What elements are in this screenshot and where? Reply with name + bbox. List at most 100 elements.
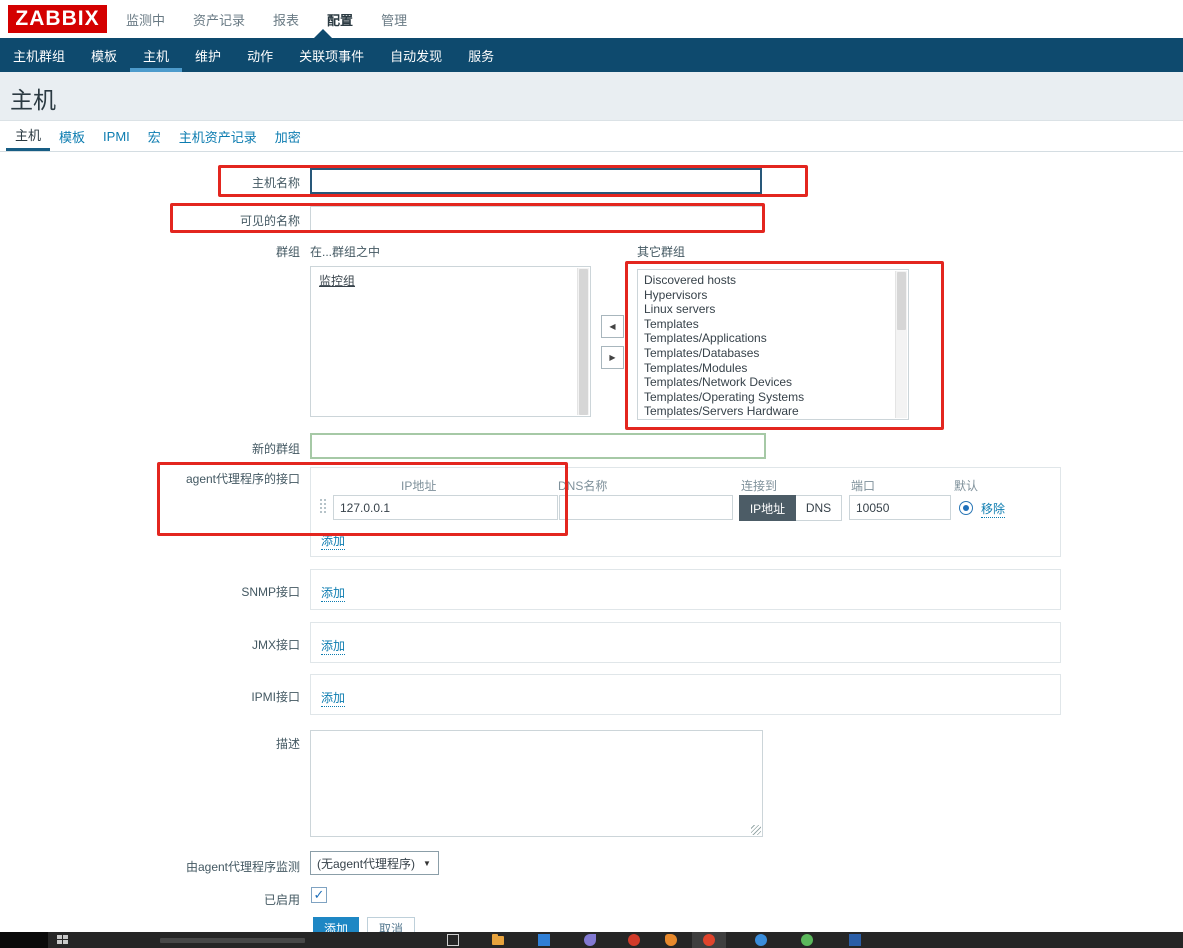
tab-encryption[interactable]: 加密 xyxy=(266,121,310,151)
subnav-hosts[interactable]: 主机 xyxy=(130,38,182,72)
host-name-label: 主机名称 xyxy=(251,176,300,190)
subnav-host-groups[interactable]: 主机群组 xyxy=(0,38,78,72)
tab-ipmi[interactable]: IPMI xyxy=(94,121,139,151)
menu-monitoring[interactable]: 监测中 xyxy=(112,10,179,29)
chevron-down-icon: ▼ xyxy=(423,858,431,868)
description-textarea[interactable] xyxy=(310,730,763,837)
visible-name-label: 可见的名称 xyxy=(239,214,300,228)
green-app-icon[interactable] xyxy=(801,934,813,946)
red-app-icon[interactable] xyxy=(628,934,640,946)
blue-window-app-icon[interactable] xyxy=(849,934,861,946)
orange-app-icon[interactable] xyxy=(665,934,677,946)
move-right-icon: ▶ xyxy=(609,353,616,362)
list-item[interactable]: Templates xyxy=(638,317,908,332)
list-item[interactable]: Templates/Operating Systems xyxy=(638,390,908,405)
list-item[interactable]: Hypervisors xyxy=(638,288,908,303)
connect-to-toggle: IP地址 DNS xyxy=(739,495,842,521)
list-item[interactable]: Templates/Applications xyxy=(638,331,908,346)
other-groups-header: 其它群组 xyxy=(637,245,686,259)
blue-browser-icon[interactable] xyxy=(755,934,767,946)
other-groups-listbox[interactable]: Discovered hosts Hypervisors Linux serve… xyxy=(637,269,909,420)
active-menu-arrow-icon xyxy=(314,29,332,38)
enabled-checkbox[interactable]: ✓ xyxy=(311,887,327,903)
check-icon: ✓ xyxy=(313,887,325,902)
new-group-label: 新的群组 xyxy=(251,442,300,456)
in-groups-listbox[interactable]: 监控组 xyxy=(310,266,591,417)
default-interface-radio[interactable] xyxy=(959,501,973,515)
jmx-add-link[interactable]: 添加 xyxy=(321,637,346,655)
in-groups-scrollbar[interactable] xyxy=(577,268,589,415)
snmp-add-link[interactable]: 添加 xyxy=(321,584,346,602)
proxy-select-value: (无agent代理程序) xyxy=(317,856,416,871)
description-label: 描述 xyxy=(275,737,300,751)
tab-host-inventory[interactable]: 主机资产记录 xyxy=(170,121,266,151)
blue-app-icon[interactable] xyxy=(538,934,550,946)
agent-dns-input[interactable] xyxy=(559,495,733,520)
list-item[interactable]: Templates/Network Devices xyxy=(638,375,908,390)
remove-interface-link[interactable]: 移除 xyxy=(981,500,1006,518)
resize-handle-icon[interactable] xyxy=(751,825,761,835)
list-item[interactable]: Discovered hosts xyxy=(638,270,908,288)
zabbix-host-config-page: ZABBIX 监测中 资产记录 报表 配置 管理 主机群组 模板 主机 维护 动… xyxy=(0,0,1183,948)
subnav-discovery[interactable]: 自动发现 xyxy=(377,38,455,72)
connect-ip-button[interactable]: IP地址 xyxy=(739,495,796,521)
list-item[interactable]: Templates/Databases xyxy=(638,346,908,361)
agent-ip-input[interactable] xyxy=(333,495,558,520)
proxy-select[interactable]: (无agent代理程序) ▼ xyxy=(310,851,439,875)
group-item-monitoring[interactable]: 监控组 xyxy=(319,272,355,289)
agent-interface-box: IP地址 DNS名称 连接到 端口 默认 IP地址 DNS 移除 添加 xyxy=(310,467,1061,557)
ipmi-add-link[interactable]: 添加 xyxy=(321,689,346,707)
jmx-interface-box: 添加 xyxy=(310,622,1061,663)
agent-interface-label: agent代理程序的接口 xyxy=(185,472,300,486)
top-bar: ZABBIX 监测中 资产记录 报表 配置 管理 xyxy=(0,0,1183,38)
bird-app-icon[interactable] xyxy=(584,934,596,946)
windows-taskbar xyxy=(0,932,1183,948)
menu-reports[interactable]: 报表 xyxy=(259,10,313,29)
drag-handle-icon[interactable] xyxy=(320,499,326,515)
jmx-label: JMX接口 xyxy=(251,638,300,652)
list-item[interactable]: Templates/Servers Hardware xyxy=(638,404,908,419)
subnav-maintenance[interactable]: 维护 xyxy=(182,38,234,72)
host-name-input[interactable] xyxy=(310,168,762,194)
subnav-templates[interactable]: 模板 xyxy=(78,38,130,72)
menu-configuration[interactable]: 配置 xyxy=(313,10,367,29)
port-column-header: 端口 xyxy=(851,479,876,493)
tab-macros[interactable]: 宏 xyxy=(139,121,170,151)
agent-port-input[interactable] xyxy=(849,495,951,520)
start-button-icon[interactable] xyxy=(57,935,68,945)
list-item[interactable]: Linux servers xyxy=(638,302,908,317)
ip-column-header: IP地址 xyxy=(401,479,437,493)
list-item[interactable]: Templates/Modules xyxy=(638,361,908,376)
subnav-actions[interactable]: 动作 xyxy=(234,38,286,72)
snmp-label: SNMP接口 xyxy=(241,585,300,599)
active-browser-icon[interactable] xyxy=(703,934,715,946)
move-left-button[interactable]: ◀ xyxy=(601,315,624,338)
menu-inventory[interactable]: 资产记录 xyxy=(179,10,259,29)
default-column-header: 默认 xyxy=(954,479,979,493)
visible-name-input[interactable] xyxy=(310,206,763,231)
subnav-event-correlation[interactable]: 关联项事件 xyxy=(286,38,377,72)
task-view-icon[interactable] xyxy=(447,934,459,946)
menu-administration[interactable]: 管理 xyxy=(367,10,421,29)
ipmi-interface-box: 添加 xyxy=(310,674,1061,715)
ipmi-label: IPMI接口 xyxy=(251,690,300,704)
tab-host[interactable]: 主机 xyxy=(6,121,51,151)
groups-label: 群组 xyxy=(275,245,300,259)
agent-add-link[interactable]: 添加 xyxy=(321,532,346,550)
zabbix-logo[interactable]: ZABBIX xyxy=(8,5,107,33)
move-right-button[interactable]: ▶ xyxy=(601,346,624,369)
new-group-input[interactable] xyxy=(310,433,766,459)
page-title: 主机 xyxy=(10,87,56,113)
in-groups-header: 在...群组之中 xyxy=(310,245,381,259)
subnav-services[interactable]: 服务 xyxy=(455,38,507,72)
sub-nav: 主机群组 模板 主机 维护 动作 关联项事件 自动发现 服务 xyxy=(0,38,1183,72)
monitored-by-label: 由agent代理程序监测 xyxy=(185,860,300,874)
other-groups-scrollbar[interactable] xyxy=(895,271,907,418)
connect-dns-button[interactable]: DNS xyxy=(796,495,842,521)
tab-templates[interactable]: 模板 xyxy=(50,121,94,151)
connect-to-column-header: 连接到 xyxy=(741,479,778,493)
file-explorer-icon[interactable] xyxy=(492,934,504,945)
enabled-label: 已启用 xyxy=(263,893,300,907)
taskbar-window-title xyxy=(160,938,305,943)
tab-bar: 主机 模板 IPMI 宏 主机资产记录 加密 xyxy=(0,121,1183,152)
